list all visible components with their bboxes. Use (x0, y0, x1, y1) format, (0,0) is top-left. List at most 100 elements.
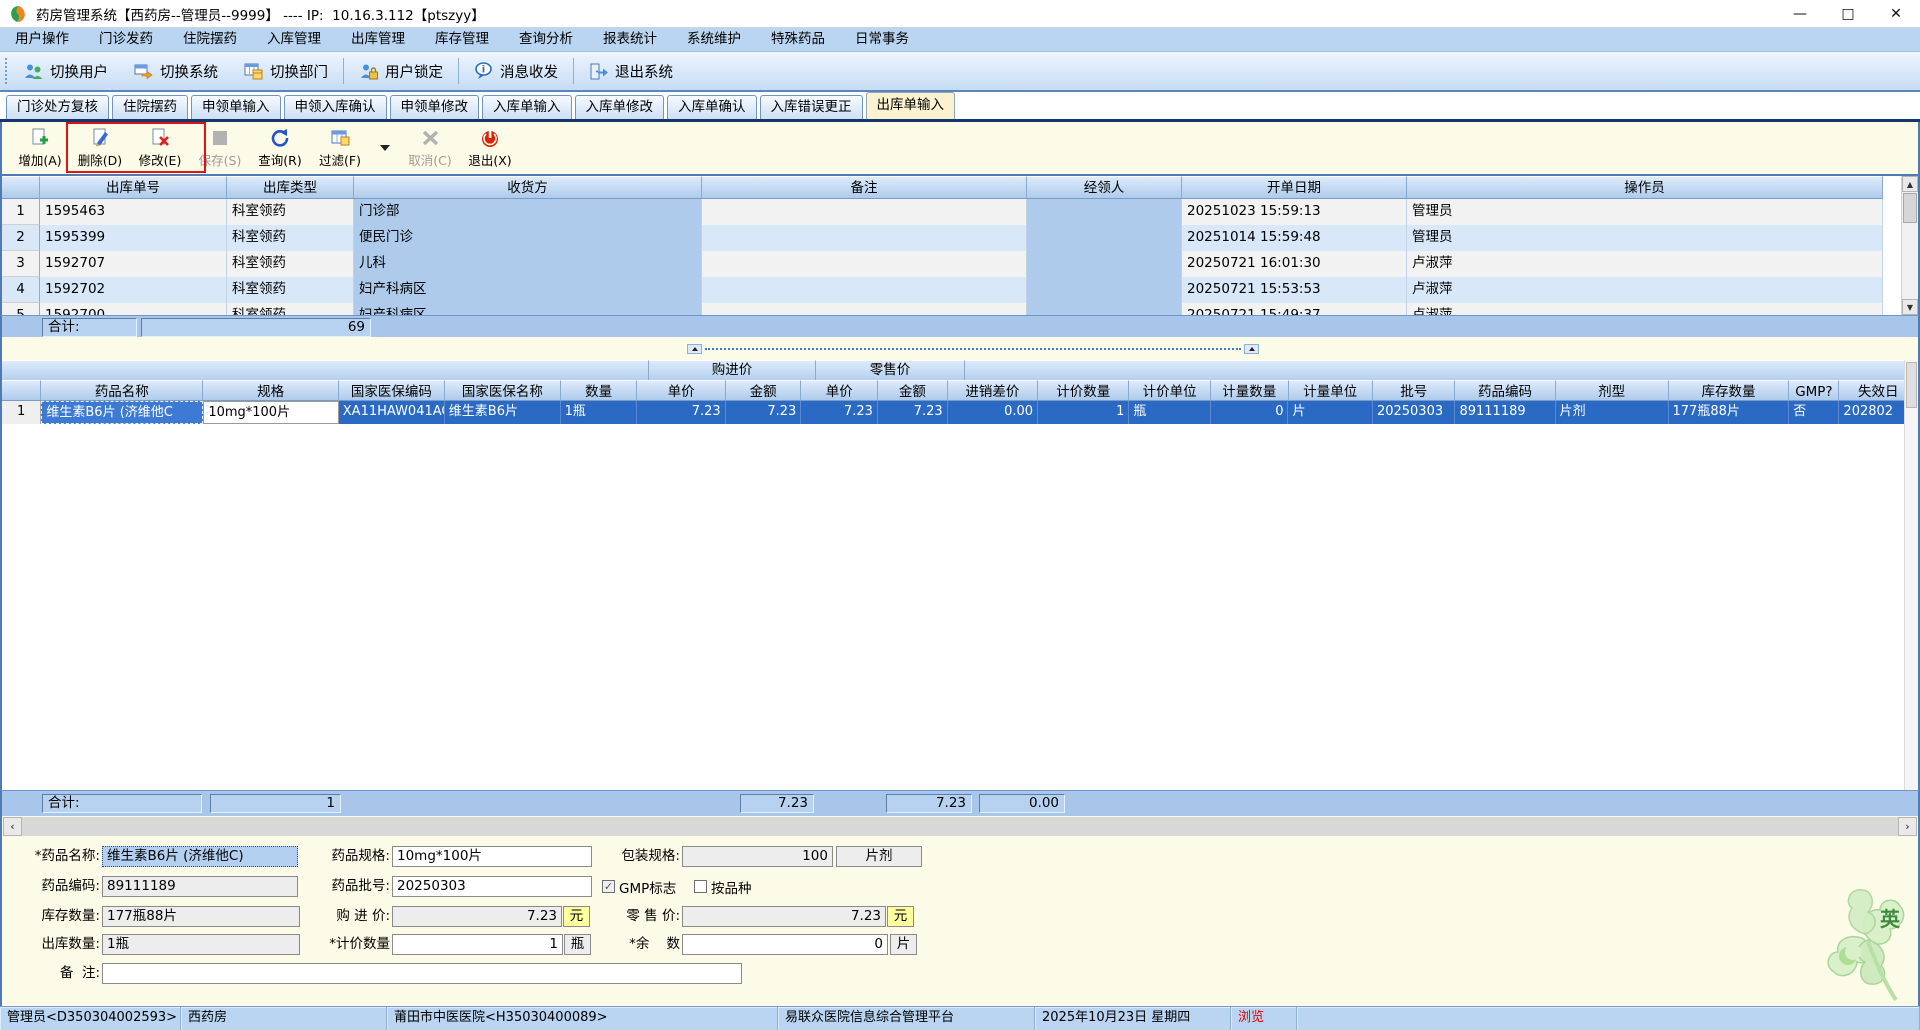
date-cell[interactable]: 20250721 15:53:53 (1182, 277, 1407, 303)
receiver-cell[interactable]: 门诊部 (354, 199, 702, 225)
details-header-purchase-amount[interactable]: 金额 (725, 380, 802, 401)
close-button[interactable]: ✕ (1872, 0, 1920, 27)
order-no-cell[interactable]: 1592700 (40, 303, 227, 315)
purchase-amount-cell[interactable]: 7.23 (726, 401, 802, 424)
orders-header-receiver[interactable]: 收货方 (354, 176, 702, 199)
orders-header-type[interactable]: 出库类型 (227, 176, 354, 199)
price-qty-field[interactable]: 1 (392, 934, 563, 955)
tab-request-inbound-confirm[interactable]: 申领入库确认 (283, 95, 387, 119)
switch-user-button[interactable]: 切换用户 (11, 61, 121, 82)
tab-outpatient-review[interactable]: 门诊处方复核 (6, 95, 109, 119)
handler-cell[interactable] (1027, 303, 1182, 315)
query-button[interactable]: 查询(R) (250, 128, 310, 169)
order-type-cell[interactable]: 科室领药 (227, 199, 354, 225)
details-header-measure-qty[interactable]: 计量数量 (1210, 380, 1289, 401)
handler-cell[interactable] (1027, 199, 1182, 225)
operator-cell[interactable]: 卢淑萍 (1407, 303, 1883, 315)
order-no-cell[interactable]: 1595463 (40, 199, 227, 225)
price-unit-cell[interactable]: 瓶 (1129, 401, 1211, 424)
out-qty-field[interactable]: 1瓶 (102, 934, 300, 955)
add-button[interactable]: 增加(A) (10, 128, 70, 169)
date-cell[interactable]: 20251014 15:59:48 (1182, 225, 1407, 251)
scroll-thumb[interactable] (1903, 193, 1917, 223)
spec-cell-editor[interactable]: 10mg*100片 (203, 401, 339, 424)
nhsa-code-cell[interactable]: XA11HAW041AO (339, 401, 445, 424)
note-field[interactable] (102, 963, 742, 984)
gmp-cell[interactable]: 否 (1789, 401, 1840, 424)
exit-system-button[interactable]: 退出系统 (576, 61, 686, 82)
scroll-up-arrow-icon[interactable]: ▲ (1902, 176, 1918, 192)
details-header-retail-amount[interactable]: 金额 (878, 380, 948, 401)
scroll-right-arrow-icon[interactable]: › (1898, 817, 1917, 836)
scroll-thumb[interactable] (1906, 362, 1917, 408)
tab-inbound-confirm[interactable]: 入库单确认 (667, 95, 757, 119)
receiver-cell[interactable]: 便民门诊 (354, 225, 702, 251)
purchase-price-cell[interactable]: 7.23 (637, 401, 726, 424)
details-header-stock[interactable]: 库存数量 (1668, 380, 1790, 401)
table-row[interactable]: 3 1592707 科室领药 儿科 20250721 16:01:30 卢淑萍 (2, 251, 1918, 277)
details-header-batch[interactable]: 批号 (1372, 380, 1456, 401)
orders-header-date[interactable]: 开单日期 (1182, 176, 1407, 199)
table-row[interactable]: 4 1592702 科室领药 妇产科病区 20250721 15:53:53 卢… (2, 277, 1918, 303)
details-header-drug-code[interactable]: 药品编码 (1455, 380, 1556, 401)
filter-button[interactable]: 过滤(F) (310, 128, 370, 169)
menu-outpatient-dispense[interactable]: 门诊发药 (84, 28, 168, 51)
note-cell[interactable] (702, 225, 1027, 251)
batch-field[interactable]: 20250303 (392, 876, 592, 897)
measure-unit-cell[interactable]: 片 (1288, 401, 1373, 424)
menu-special-drugs[interactable]: 特殊药品 (756, 28, 840, 51)
details-header-price-diff[interactable]: 进销差价 (947, 380, 1039, 401)
scroll-track[interactable]: ‹ › (3, 817, 1917, 836)
operator-cell[interactable]: 卢淑萍 (1407, 277, 1883, 303)
minimize-button[interactable]: — (1776, 0, 1824, 27)
date-cell[interactable]: 20250721 15:49:37 (1182, 303, 1407, 315)
splitter-collapse-up-icon[interactable] (687, 344, 702, 354)
order-no-cell[interactable]: 1595399 (40, 225, 227, 251)
retail-amount-cell[interactable]: 7.23 (878, 401, 948, 424)
details-header-spec[interactable]: 规格 (203, 380, 339, 401)
by-kind-checkbox[interactable]: 按品种 (694, 876, 752, 897)
note-cell[interactable] (702, 277, 1027, 303)
tab-inpatient-dispense[interactable]: 住院摆药 (112, 95, 188, 119)
receiver-cell[interactable]: 儿科 (354, 251, 702, 277)
nhsa-name-cell[interactable]: 维生素B6片 (445, 401, 561, 424)
details-selected-row[interactable]: 1 维生素B6片 (济维他C 10mg*100片 XA11HAW041AO 维生… (2, 401, 1918, 424)
table-row[interactable]: 2 1595399 科室领药 便民门诊 20251014 15:59:48 管理… (2, 225, 1918, 251)
measure-qty-cell[interactable]: 0 (1211, 401, 1289, 424)
order-type-cell[interactable]: 科室领药 (227, 225, 354, 251)
note-cell[interactable] (702, 199, 1027, 225)
tab-inbound-entry[interactable]: 入库单输入 (482, 95, 572, 119)
stock-field[interactable]: 177瓶88片 (102, 906, 300, 927)
details-header-price-unit[interactable]: 计价单位 (1129, 380, 1211, 401)
menu-daily-affairs[interactable]: 日常事务 (840, 28, 924, 51)
tab-request-entry[interactable]: 申领单输入 (191, 95, 281, 119)
menu-system-maintenance[interactable]: 系统维护 (672, 28, 756, 51)
details-header-gmp[interactable]: GMP? (1789, 380, 1840, 401)
tab-request-modify[interactable]: 申领单修改 (389, 95, 479, 119)
details-header-qty[interactable]: 数量 (560, 380, 638, 401)
details-header-retail-price[interactable]: 单价 (801, 380, 879, 401)
details-horizontal-scrollbar[interactable]: ‹ › (0, 816, 1920, 838)
orders-header-order-no[interactable]: 出库单号 (40, 176, 227, 199)
details-header-measure-unit[interactable]: 计量单位 (1288, 380, 1373, 401)
stock-cell[interactable]: 177瓶88片 (1669, 401, 1790, 424)
order-no-cell[interactable]: 1592707 (40, 251, 227, 277)
splitter-collapse-up-icon[interactable] (1244, 344, 1259, 354)
pack-spec-field[interactable]: 100 (682, 846, 833, 867)
operator-cell[interactable]: 管理员 (1407, 199, 1883, 225)
order-type-cell[interactable]: 科室领药 (227, 303, 354, 315)
maximize-button[interactable]: □ (1824, 0, 1872, 27)
table-row[interactable]: 5 1592700 科室领药 妇产科病区 20250721 15:49:37 卢… (2, 303, 1918, 315)
scroll-left-arrow-icon[interactable]: ‹ (3, 817, 22, 836)
note-cell[interactable] (702, 251, 1027, 277)
menu-inventory[interactable]: 库存管理 (420, 28, 504, 51)
receiver-cell[interactable]: 妇产科病区 (354, 277, 702, 303)
menu-user-ops[interactable]: 用户操作 (0, 28, 84, 51)
dosage-form-cell[interactable]: 片剂 (1556, 401, 1669, 424)
price-diff-cell[interactable]: 0.00 (948, 401, 1039, 424)
drug-code-field[interactable]: 89111189 (102, 876, 298, 897)
message-button[interactable]: i 消息收发 (461, 61, 571, 82)
qty-cell[interactable]: 1瓶 (561, 401, 638, 424)
pane-splitter[interactable] (687, 344, 1259, 354)
menu-inpatient-dispense[interactable]: 住院摆药 (168, 28, 252, 51)
